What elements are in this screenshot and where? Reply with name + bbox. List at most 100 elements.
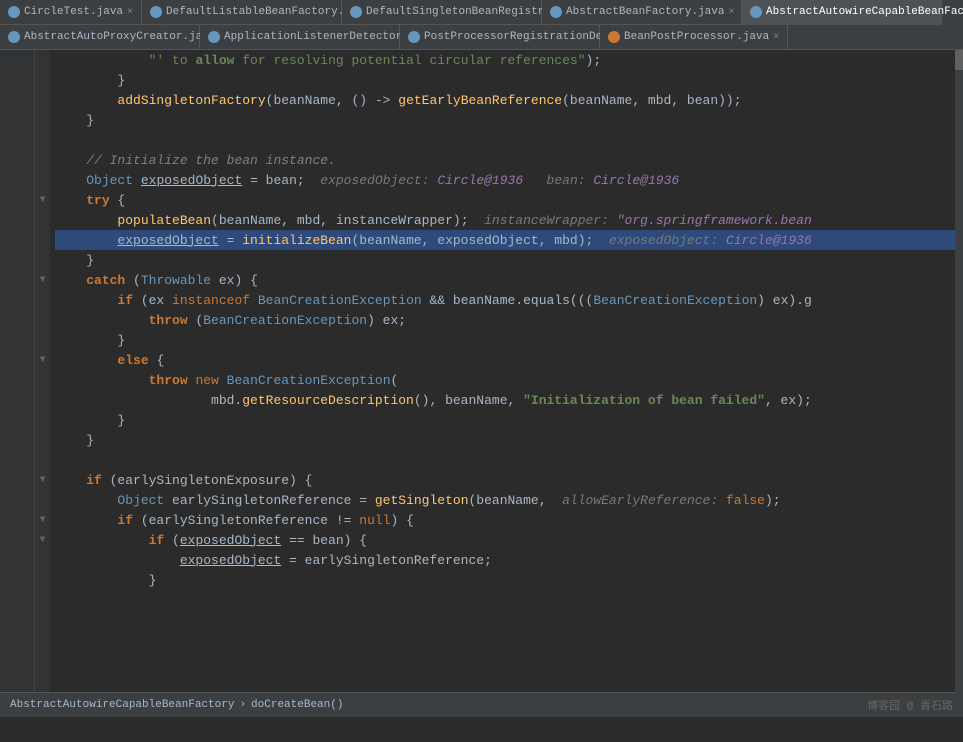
code-line-4: } xyxy=(55,110,963,130)
tab-abstractautowire[interactable]: AbstractAutowireCapableBeanFactory.java … xyxy=(742,0,942,25)
line-num-7 xyxy=(0,170,34,190)
code-line-21 xyxy=(55,450,963,470)
breadcrumb-class: AbstractAutowireCapableBeanFactory xyxy=(10,699,234,711)
code-line-25: if (exposedObject == bean) { xyxy=(55,530,963,550)
tab-circletest[interactable]: CircleTest.java × xyxy=(0,0,142,25)
fold-7 xyxy=(35,170,50,190)
code-line-9: populateBean(beanName, mbd, instanceWrap… xyxy=(55,210,963,230)
code-line-23: Object earlySingletonReference = getSing… xyxy=(55,490,963,510)
line-num-14 xyxy=(0,310,34,330)
line-num-21 xyxy=(0,450,34,470)
fold-14 xyxy=(35,310,50,330)
tab-icon-applistener xyxy=(208,31,220,43)
line-num-5 xyxy=(0,130,34,150)
editor-container: ▼ ▼ ▼ ▼ ▼ ▼ "' to all xyxy=(0,50,963,717)
line-num-12 xyxy=(0,270,34,290)
code-line-14: throw (BeanCreationException) ex; xyxy=(55,310,963,330)
tab-applistener[interactable]: ApplicationListenerDetector.java × xyxy=(200,25,400,50)
fold-24: ▼ xyxy=(35,510,50,530)
line-num-15 xyxy=(0,330,34,350)
fold-25: ▼ xyxy=(35,530,50,550)
code-line-24: if (earlySingletonReference != null) { xyxy=(55,510,963,530)
line-num-25 xyxy=(0,530,34,550)
scrollbar-thumb[interactable] xyxy=(955,50,963,70)
line-num-23 xyxy=(0,490,34,510)
tab-icon-defaultsingleton xyxy=(350,6,362,18)
line-num-24 xyxy=(0,510,34,530)
code-line-1: "' to allow for resolving potential circ… xyxy=(55,50,963,70)
tab-close-beanpostprocessor[interactable]: × xyxy=(773,32,779,43)
fold-13 xyxy=(35,290,50,310)
code-line-16: else { xyxy=(55,350,963,370)
line-num-13 xyxy=(0,290,34,310)
fold-10 xyxy=(35,230,50,250)
code-line-13: if (ex instanceof BeanCreationException … xyxy=(55,290,963,310)
fold-5 xyxy=(35,130,50,150)
code-line-26: exposedObject = earlySingletonReference; xyxy=(55,550,963,570)
vertical-scrollbar[interactable] xyxy=(955,50,963,692)
code-line-11: } xyxy=(55,250,963,270)
fold-27 xyxy=(35,570,50,590)
line-num-9 xyxy=(0,210,34,230)
fold-markers: ▼ ▼ ▼ ▼ ▼ ▼ xyxy=(35,50,50,692)
tab-label-abstractbean: AbstractBeanFactory.java xyxy=(566,6,724,18)
fold-9 xyxy=(35,210,50,230)
line-num-2 xyxy=(0,70,34,90)
line-num-6 xyxy=(0,150,34,170)
fold-12: ▼ xyxy=(35,270,50,290)
code-line-6: // Initialize the bean instance. xyxy=(55,150,963,170)
code-content: "' to allow for resolving potential circ… xyxy=(50,50,963,692)
code-line-3: addSingletonFactory(beanName, () -> getE… xyxy=(55,90,963,110)
tab-icon-postprocessor xyxy=(408,31,420,43)
code-line-7: Object exposedObject = bean; exposedObje… xyxy=(55,170,963,190)
fold-4 xyxy=(35,110,50,130)
tab-label-beanpostprocessor: BeanPostProcessor.java xyxy=(624,31,769,43)
fold-11 xyxy=(35,250,50,270)
line-num-22 xyxy=(0,470,34,490)
fold-21 xyxy=(35,450,50,470)
code-line-27: } xyxy=(55,570,963,590)
code-line-10: exposedObject = initializeBean(beanName,… xyxy=(55,230,963,250)
tab-abstractbean[interactable]: AbstractBeanFactory.java × xyxy=(542,0,742,25)
code-line-22: if (earlySingletonExposure) { xyxy=(55,470,963,490)
code-line-17: throw new BeanCreationException( xyxy=(55,370,963,390)
code-line-2: } xyxy=(55,70,963,90)
tab-icon-beanpostprocessor xyxy=(608,31,620,43)
fold-23 xyxy=(35,490,50,510)
tab-icon-abstractbean xyxy=(550,6,562,18)
tab-close-circletest[interactable]: × xyxy=(127,7,133,18)
fold-8: ▼ xyxy=(35,190,50,210)
tab-abstractautoproxy[interactable]: AbstractAutoProxyCreator.java × xyxy=(0,25,200,50)
tab-defaultlistable[interactable]: DefaultListableBeanFactory.java × xyxy=(142,0,342,25)
tab-icon-defaultlistable xyxy=(150,6,162,18)
tab-icon-circletest xyxy=(8,6,20,18)
fold-6 xyxy=(35,150,50,170)
line-num-10 xyxy=(0,230,34,250)
fold-15 xyxy=(35,330,50,350)
tab-beanpostprocessor[interactable]: BeanPostProcessor.java × xyxy=(600,25,788,50)
code-line-19: } xyxy=(55,410,963,430)
tab-label-defaultlistable: DefaultListableBeanFactory.java xyxy=(166,6,371,18)
tab-close-abstractbean[interactable]: × xyxy=(728,7,734,18)
fold-19 xyxy=(35,410,50,430)
fold-17 xyxy=(35,370,50,390)
line-num-27 xyxy=(0,570,34,590)
tab-postprocessor[interactable]: PostProcessorRegistrationDelegate.java × xyxy=(400,25,600,50)
line-num-16 xyxy=(0,350,34,370)
tab-label-abstractautowire: AbstractAutowireCapableBeanFactory.java xyxy=(766,6,963,18)
tab-defaultsingleton[interactable]: DefaultSingletonBeanRegistry.java × xyxy=(342,0,542,25)
tab-bar: CircleTest.java × DefaultListableBeanFac… xyxy=(0,0,963,50)
line-num-11 xyxy=(0,250,34,270)
code-line-20: } xyxy=(55,430,963,450)
code-area[interactable]: ▼ ▼ ▼ ▼ ▼ ▼ "' to all xyxy=(0,50,963,692)
line-num-19 xyxy=(0,410,34,430)
fold-2 xyxy=(35,70,50,90)
tab-icon-abstractautowire xyxy=(750,6,762,18)
breadcrumb: AbstractAutowireCapableBeanFactory › doC… xyxy=(10,699,343,711)
fold-26 xyxy=(35,550,50,570)
line-num-4 xyxy=(0,110,34,130)
line-num-3 xyxy=(0,90,34,110)
tab-label-circletest: CircleTest.java xyxy=(24,6,123,18)
code-line-18: mbd.getResourceDescription(), beanName, … xyxy=(55,390,963,410)
code-line-5 xyxy=(55,130,963,150)
